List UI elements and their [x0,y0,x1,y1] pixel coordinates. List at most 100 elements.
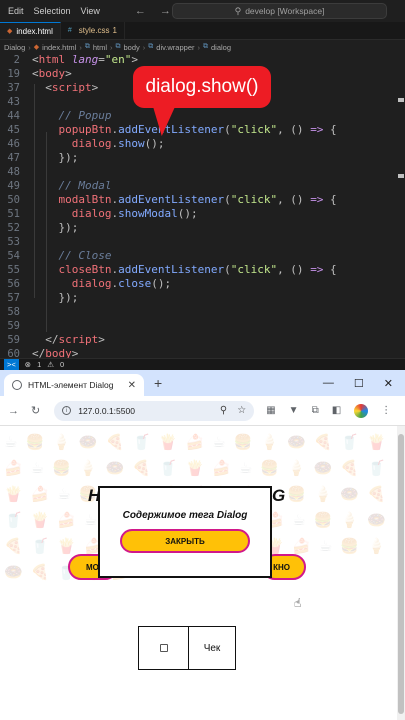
extension-icon[interactable]: ▦ [266,405,275,416]
code-line: 49 // Modal [0,179,405,193]
command-center-search[interactable]: ⚲ develop [Workspace] [172,3,387,19]
line-number: 54 [7,250,20,262]
error-count[interactable]: 1 [37,360,41,369]
breadcrumb-item[interactable]: div.wrapper [156,43,194,52]
checkbox-cell [139,627,189,669]
close-window-icon[interactable]: ✕ [384,377,393,390]
line-number: 52 [7,222,20,234]
dialog-content: Содержимое тега Dialog [122,510,248,521]
breadcrumb-item[interactable]: Dialog [4,43,25,52]
line-number: 2 [13,54,20,66]
browser-tab-strip: HTML-элемент Dialog ✕ + — ☐ ✕ [0,370,405,396]
line-number: 56 [7,278,20,290]
side-panel-icon[interactable]: ◧ [332,405,341,416]
close-button[interactable]: ЗАКРЫТЬ [120,529,250,553]
breadcrumb-item[interactable]: html [93,43,107,52]
menu-edit[interactable]: Edit [0,6,29,16]
chevron-right-icon: › [110,42,113,52]
address-bar[interactable]: i 127.0.0.1:5500 ⚲ ☆ [54,400,255,421]
tab-index-html[interactable]: ◆ index.html [0,22,61,39]
line-number: 48 [7,166,20,178]
code-line: 45 popupBtn.addEventListener("click", ()… [0,123,405,137]
dialog-popup: Содержимое тега Dialog ЗАКРЫТЬ [98,486,272,578]
warning-icon: ⚠ [47,360,54,369]
chevron-right-icon: › [197,42,201,52]
workspace-label: develop [Workspace] [245,6,325,16]
remote-indicator[interactable]: >< [4,358,19,370]
code-line: 46 dialog.show(); [0,137,405,151]
line-number: 51 [7,208,20,220]
error-icon: ⊗ [24,360,32,369]
forward-arrow-icon[interactable]: → [160,5,171,17]
line-number: 55 [7,264,20,276]
page-scrollbar[interactable] [397,426,405,720]
checkbox-label: Чек [203,642,221,654]
url-text: 127.0.0.1:5500 [78,405,135,416]
tab-style-css[interactable]: # style.css 1 [60,22,125,39]
code-line: 54 // Close [0,249,405,263]
css-file-icon: # [67,27,72,34]
new-tab-icon[interactable]: + [154,375,162,391]
checkbox-table: Чек [138,626,236,670]
zoom-icon[interactable]: ⚲ [220,405,227,416]
code-line: 55 closeBtn.addEventListener("click", ()… [0,263,405,277]
browser-window: HTML-элемент Dialog ✕ + — ☐ ✕ → ↻ i 127.… [0,370,405,720]
globe-icon [12,380,22,390]
line-number: 37 [7,82,20,94]
warning-count[interactable]: 0 [60,360,64,369]
minimize-icon[interactable]: — [323,377,334,389]
code-editor-window: Edit Selection View ← → ⚲ develop [Works… [0,0,405,370]
code-line: 47 }); [0,151,405,165]
status-bar: >< ⊗ 1 ⚠ 0 [0,358,405,370]
tag-icon: ⧉ [203,43,208,50]
line-number: 50 [7,194,20,206]
code-line: 57 }); [0,291,405,305]
checkbox[interactable] [159,644,168,652]
close-tab-icon[interactable]: ✕ [128,380,136,391]
line-number: 19 [7,68,20,80]
vue-devtools-icon[interactable]: ▼ [289,405,299,416]
line-number: 46 [7,138,20,150]
profile-avatar[interactable] [354,403,369,418]
page-heading-right: G [272,486,286,505]
browser-tab[interactable]: HTML-элемент Dialog ✕ [4,374,144,396]
browser-tab-title: HTML-элемент Dialog [28,380,114,390]
back-arrow-icon[interactable]: ← [135,5,146,17]
breadcrumb-item[interactable]: body [124,43,140,52]
puzzle-icon[interactable]: ⧉ [312,405,319,416]
code-line: 53 [0,235,405,249]
menu-view[interactable]: View [76,6,105,16]
search-icon: ⚲ [234,5,242,16]
code-line: 52 }); [0,221,405,235]
menu-selection[interactable]: Selection [29,6,76,16]
browser-toolbar: → ↻ i 127.0.0.1:5500 ⚲ ☆ ▦ ▼ ⧉ ◧ ⋮ [0,396,405,426]
bookmark-star-icon[interactable]: ☆ [237,405,246,416]
more-menu-icon[interactable]: ⋮ [381,405,391,416]
line-number: 45 [7,124,20,136]
editor-scrollbar[interactable] [395,54,405,368]
breadcrumb-item[interactable]: dialog [211,43,231,52]
line-number: 53 [7,236,20,248]
tab-problem-count: 1 [112,26,117,35]
callout-tail [147,104,177,136]
line-number: 59 [7,320,20,332]
code-line: 2 <html lang="en"> [0,53,405,67]
code-line: 58 [0,305,405,319]
tab-label: index.html [16,26,53,36]
code-line: 59 [0,319,405,333]
maximize-icon[interactable]: ☐ [354,377,364,390]
info-icon[interactable]: i [62,406,72,415]
code-line: 44 // Popup [0,109,405,123]
reload-icon[interactable]: ↻ [31,404,40,417]
line-number: 59 [7,334,20,346]
tag-icon: ⧉ [148,43,154,50]
code-line: 48 [0,165,405,179]
line-number: 49 [7,180,20,192]
back-arrow-icon[interactable]: → [8,405,19,417]
toolbar-icons: ▦ ▼ ⧉ ◧ ⋮ [266,403,391,418]
code-line: 51 dialog.showModal(); [0,207,405,221]
breadcrumb: Dialog › ◆ index.html › ⧉ html › ⧉ body … [0,40,405,54]
editor-tabs: ◆ index.html # style.css 1 [0,22,405,40]
breadcrumb-item[interactable]: index.html [42,43,76,52]
scrollbar-thumb[interactable] [398,434,404,714]
